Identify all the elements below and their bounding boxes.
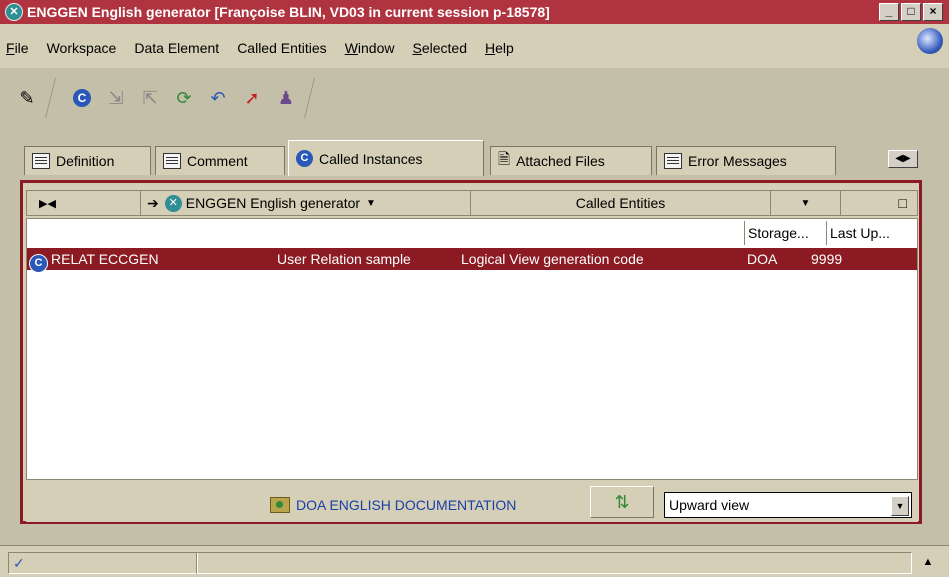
toolbar-separator bbox=[45, 78, 64, 118]
menu-window[interactable]: Window bbox=[345, 40, 395, 56]
doc-lines-icon bbox=[163, 153, 181, 169]
view-mode-select[interactable]: Upward view ▼ bbox=[664, 492, 912, 518]
pin-icon[interactable]: ✎ bbox=[13, 84, 41, 112]
entity-name: ENGGEN English generator bbox=[185, 195, 361, 211]
square-icon: □ bbox=[898, 195, 907, 211]
users-icon[interactable]: ♟ bbox=[272, 84, 300, 112]
column-header-name bbox=[27, 221, 745, 245]
expand-icon[interactable]: ⇲ bbox=[102, 84, 130, 112]
tab-comment[interactable]: Comment bbox=[155, 146, 285, 175]
toolbar: ✎ C ⇲ ⇱ ⟳ ↶ ➚ ♟ bbox=[10, 70, 490, 126]
row-last-update: 9999 bbox=[811, 251, 843, 267]
c-entity-icon: C bbox=[29, 250, 48, 273]
view-selector[interactable]: Called Entities bbox=[471, 191, 771, 215]
tab-label: Attached Files bbox=[516, 153, 605, 169]
status-check: ✓ bbox=[8, 552, 198, 574]
maximize-button[interactable]: □ bbox=[901, 3, 921, 21]
swap-icon: ⇅ bbox=[614, 491, 630, 512]
c-entity-icon[interactable]: C bbox=[73, 89, 91, 107]
tab-label: Called Instances bbox=[319, 150, 423, 167]
row-description: Logical View generation code bbox=[461, 251, 644, 267]
title-bar: ✕ ENGGEN English generator [Françoise BL… bbox=[0, 0, 949, 24]
menu-file[interactable]: File bbox=[6, 40, 29, 56]
column-header-storage[interactable]: Storage... bbox=[745, 221, 827, 245]
chevron-down-icon[interactable]: ▼ bbox=[891, 496, 909, 516]
menu-help[interactable]: Help bbox=[485, 40, 514, 56]
tab-label: Comment bbox=[187, 153, 248, 169]
entity-selector[interactable]: ➔ ✕ ENGGEN English generator ▼ bbox=[141, 191, 471, 215]
file-icon: 🗎 bbox=[498, 150, 511, 168]
row-storage: DOA bbox=[747, 251, 778, 267]
menu-selected[interactable]: Selected bbox=[413, 40, 468, 56]
refresh-icon[interactable]: ⟳ bbox=[170, 84, 198, 112]
arrow-right-icon: ➔ bbox=[147, 194, 159, 211]
check-icon: ✓ bbox=[13, 555, 25, 571]
menu-bar: File Workspace Data Element Called Entit… bbox=[0, 24, 949, 68]
column-header-last-update[interactable]: Last Up... bbox=[827, 221, 917, 245]
view-mode-value: Upward view bbox=[669, 497, 750, 513]
jump-arrow-icon[interactable]: ➚ bbox=[238, 84, 266, 112]
column-header: Storage... Last Up... bbox=[27, 221, 917, 245]
tab-called-instances[interactable]: C Called Instances bbox=[288, 140, 484, 176]
navigation-header: ▶◀ ➔ ✕ ENGGEN English generator ▼ Called… bbox=[26, 190, 918, 216]
chevron-down-icon: ▼ bbox=[366, 197, 376, 209]
swap-view-button[interactable]: ⇅ bbox=[590, 486, 654, 518]
view-name: Called Entities bbox=[575, 195, 666, 211]
tab-label: Definition bbox=[56, 153, 115, 169]
globe-icon bbox=[917, 28, 943, 54]
app-x-icon: ✕ bbox=[5, 3, 23, 21]
tab-definition[interactable]: Definition bbox=[24, 146, 151, 175]
menu-called-entities[interactable]: Called Entities bbox=[237, 40, 327, 56]
close-button[interactable]: × bbox=[923, 3, 943, 21]
collapse-icon[interactable]: ⇱ bbox=[136, 84, 164, 112]
c-entity-icon: C bbox=[296, 150, 313, 167]
row-type: User Relation sample bbox=[277, 251, 411, 267]
edit-doc-icon bbox=[32, 153, 50, 169]
tab-error-messages[interactable]: Error Messages bbox=[656, 146, 836, 175]
doc-lines-icon bbox=[664, 153, 682, 169]
documentation-label: DOA ENGLISH DOCUMENTATION bbox=[296, 497, 517, 513]
chevron-down-icon: ▼ bbox=[800, 197, 811, 209]
status-message-area bbox=[196, 552, 912, 574]
window-title: ENGGEN English generator [Françoise BLIN… bbox=[27, 4, 550, 20]
menu-workspace[interactable]: Workspace bbox=[47, 40, 117, 56]
row-code: RELAT ECCGEN bbox=[51, 251, 159, 267]
x-circle-icon: ✕ bbox=[164, 194, 182, 212]
minimize-button[interactable]: _ bbox=[879, 3, 899, 21]
tab-attached-files[interactable]: 🗎 Attached Files bbox=[490, 146, 652, 175]
table-row[interactable]: C RELAT ECCGEN User Relation sample Logi… bbox=[27, 248, 917, 273]
toolbar-separator bbox=[304, 78, 323, 118]
folder-icon bbox=[270, 497, 290, 513]
scroll-up-icon[interactable]: ▲ bbox=[918, 552, 938, 572]
tab-label: Error Messages bbox=[688, 153, 787, 169]
nav-jump-icon[interactable]: ▶◀ bbox=[27, 191, 141, 215]
documentation-link[interactable]: DOA ENGLISH DOCUMENTATION bbox=[270, 492, 516, 518]
tab-scroll-arrows[interactable]: ◀▶ bbox=[888, 150, 918, 168]
menu-data-element[interactable]: Data Element bbox=[134, 40, 219, 56]
view-dropdown[interactable]: ▼ bbox=[771, 191, 841, 215]
undo-icon[interactable]: ↶ bbox=[204, 84, 232, 112]
maximize-panel-button[interactable]: □ bbox=[841, 191, 917, 215]
